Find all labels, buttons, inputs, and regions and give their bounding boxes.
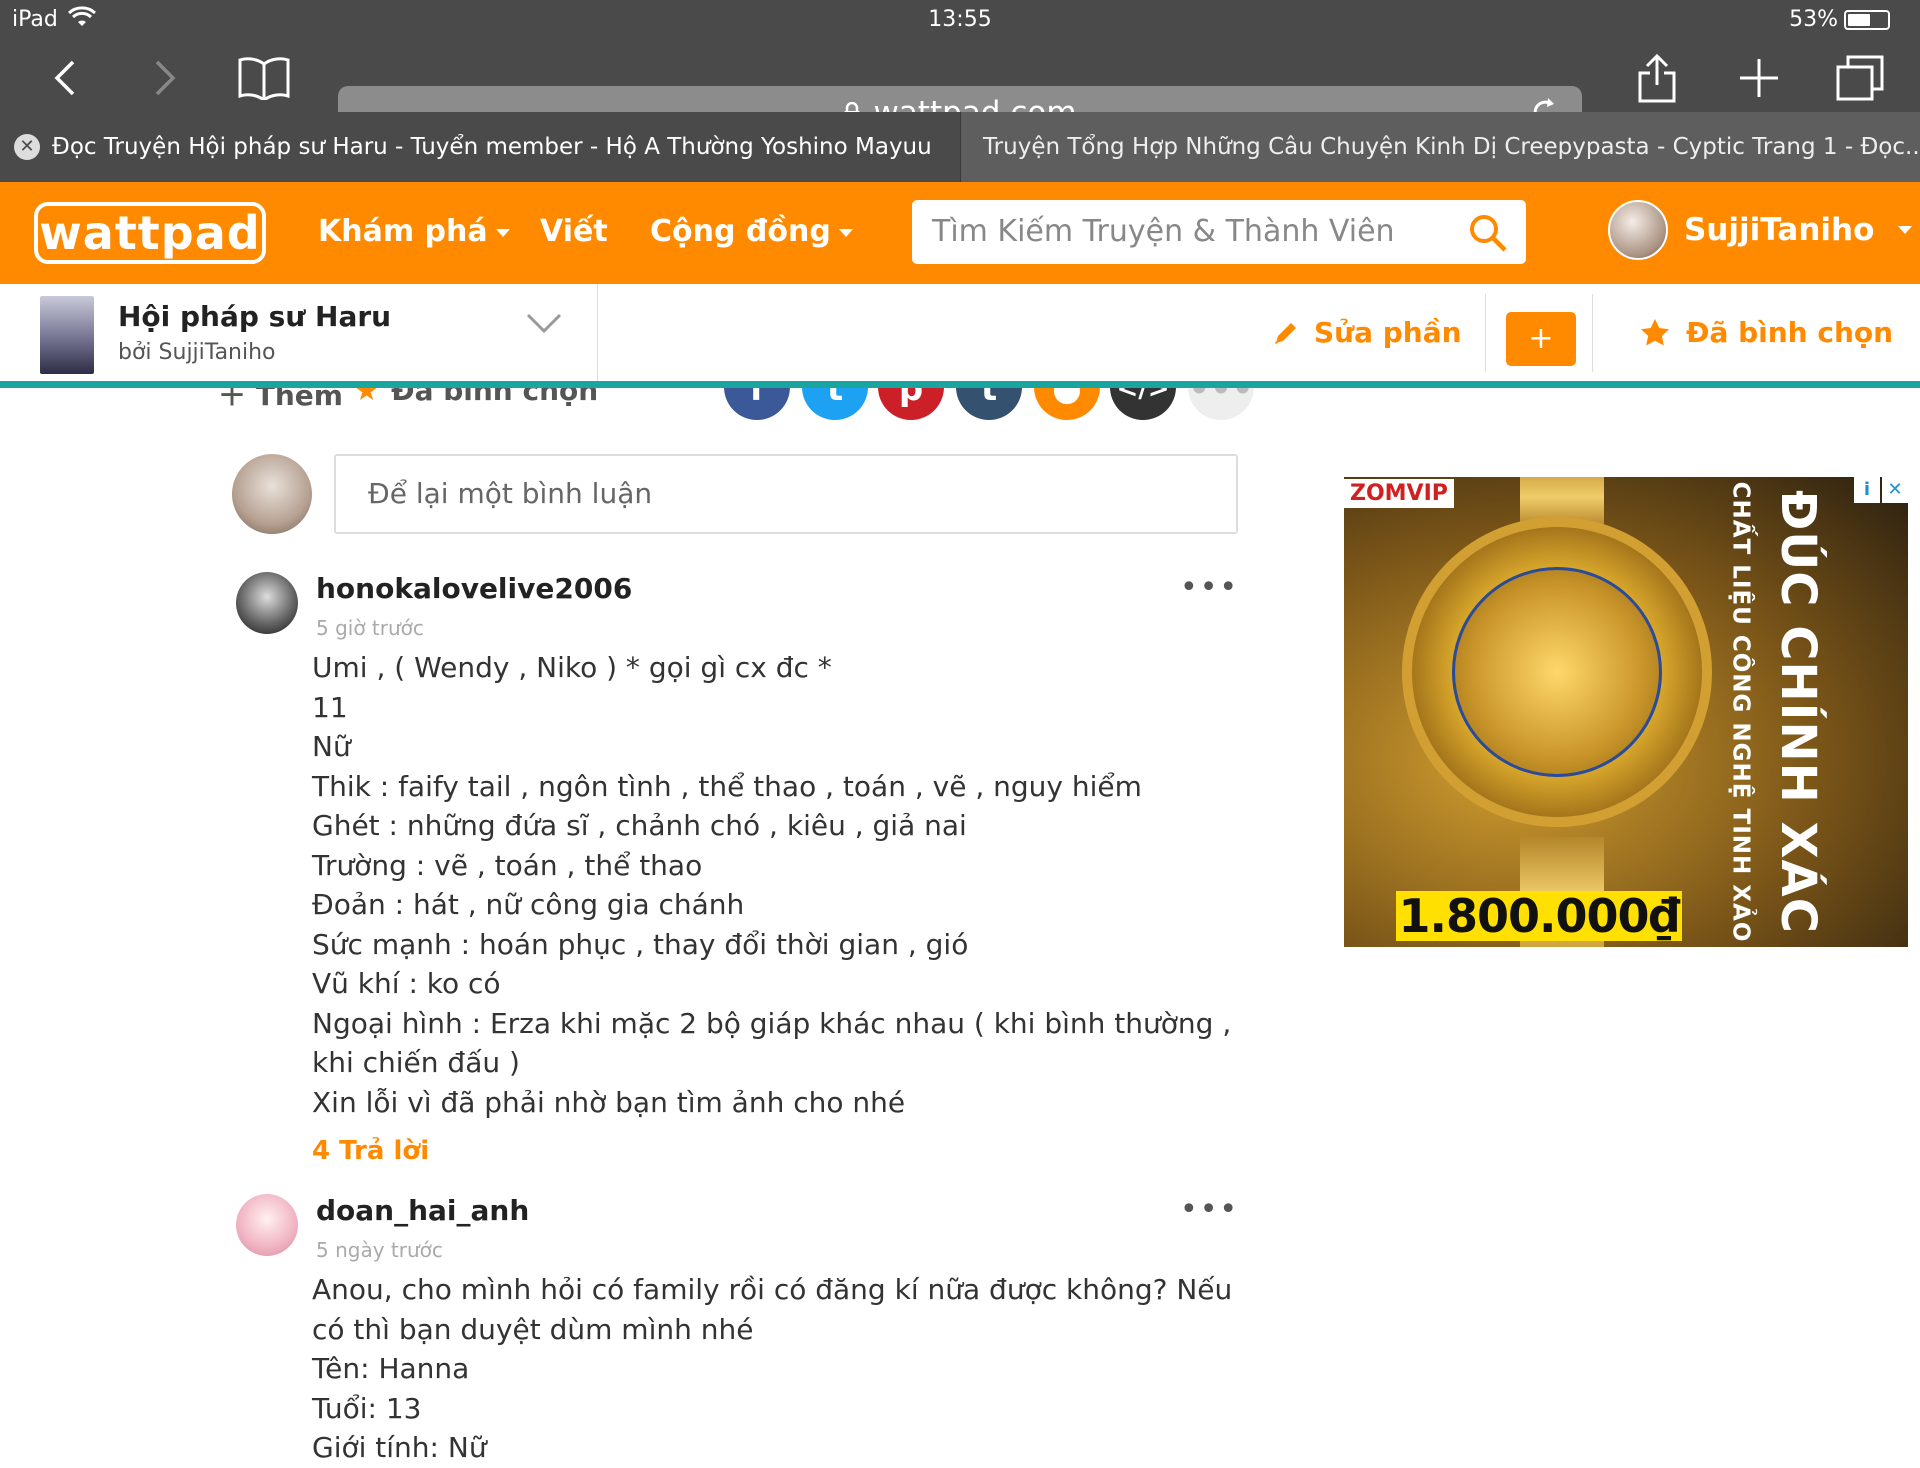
story-cover	[40, 296, 94, 374]
battery-icon	[1844, 9, 1890, 30]
more-icon[interactable]: •••	[1188, 388, 1254, 420]
browser-tab-active[interactable]: ✕ Đọc Truyện Hội pháp sư Haru - Tuyển me…	[0, 112, 960, 182]
comment-username[interactable]: honokalovelive2006	[316, 572, 632, 605]
close-ad-icon[interactable]: ✕	[1882, 477, 1908, 503]
tumblr-icon[interactable]: t	[956, 388, 1022, 420]
comment-body: Anou, cho mình hỏi có family rồi có đăng…	[312, 1273, 1233, 1464]
comment-time: 5 ngày trước	[316, 1238, 443, 1262]
vote-button-secondary[interactable]: ★ Đã bình chọn	[354, 388, 598, 407]
advertisement[interactable]: ZOMVIP CHẤT LIỆU CÔNG NGHỆ TINH XẢO ĐÚC …	[1344, 477, 1908, 947]
caret-down-icon	[495, 228, 510, 237]
browser-tab-strip: ✕ Đọc Truyện Hội pháp sư Haru - Tuyển me…	[0, 112, 1920, 182]
site-header: wattpad Khám phá Viết Cộng đồng Tìm Kiếm…	[0, 182, 1920, 284]
comment-body: Umi , ( Wendy , Niko ) * gọi gì cx đc * …	[312, 648, 1262, 1172]
ad-watch-image	[1402, 517, 1712, 827]
story-author: bởi SujjiTaniho	[118, 340, 276, 365]
plus-icon	[1740, 59, 1778, 97]
ad-price: 1.800.000₫	[1396, 891, 1682, 941]
ad-brand: ZOMVIP	[1344, 479, 1454, 508]
share-icon	[1638, 53, 1676, 103]
nav-write[interactable]: Viết	[540, 214, 608, 249]
chevron-down-icon	[526, 312, 562, 338]
browser-tab-title: Truyện Tổng Hợp Những Câu Chuyện Kinh Dị…	[983, 134, 1920, 160]
chevron-left-icon	[54, 60, 75, 96]
nav-discover[interactable]: Khám phá	[318, 214, 510, 249]
user-menu[interactable]: SujjiTaniho	[1608, 200, 1913, 260]
tabs-icon	[1836, 55, 1884, 101]
chevron-right-icon	[155, 60, 176, 96]
ad-headline: ĐÚC CHÍNH XÁC	[1770, 490, 1827, 934]
browser-tab-inactive[interactable]: Truyện Tổng Hợp Những Câu Chuyện Kinh Dị…	[960, 112, 1920, 182]
comment-username[interactable]: doan_hai_anh	[316, 1194, 529, 1227]
add-button[interactable]: ＋ Thêm	[218, 388, 343, 414]
story-actions-row: ＋ Thêm ★ Đã bình chọn f t p t ● </> •••	[0, 388, 1920, 436]
vote-button[interactable]: Đã bình chọn	[1640, 316, 1893, 349]
nav-community[interactable]: Cộng đồng	[650, 214, 853, 249]
browser-tab-title: Đọc Truyện Hội pháp sư Haru - Tuyển memb…	[52, 134, 932, 160]
caret-down-icon	[1898, 226, 1913, 234]
adchoices-icon[interactable]: i	[1854, 477, 1880, 503]
twitter-icon[interactable]: t	[802, 388, 868, 420]
comment-time: 5 giờ trước	[316, 616, 424, 640]
story-title: Hội pháp sư Haru	[118, 300, 392, 333]
tabs-button[interactable]	[1834, 50, 1886, 106]
ad-subline: CHẤT LIỆU CÔNG NGHỆ TINH XẢO	[1727, 481, 1754, 943]
new-tab-button[interactable]	[1734, 50, 1784, 106]
forward-button[interactable]	[140, 50, 190, 106]
facebook-icon[interactable]: f	[724, 388, 790, 420]
avatar	[232, 454, 312, 534]
battery-percent: 53%	[1789, 7, 1838, 32]
avatar[interactable]	[236, 572, 298, 634]
comment-input[interactable]: Để lại một bình luận	[334, 454, 1238, 534]
add-to-list-button[interactable]: +	[1506, 312, 1576, 366]
avatar[interactable]	[236, 1194, 298, 1256]
star-icon	[1641, 318, 1669, 345]
username: SujjiTaniho	[1684, 212, 1875, 248]
pinterest-icon[interactable]: p	[878, 388, 944, 420]
divider	[1592, 294, 1593, 372]
embed-icon[interactable]: </>	[1110, 388, 1176, 420]
wattpad-logo[interactable]: wattpad	[34, 202, 266, 264]
close-tab-icon[interactable]: ✕	[14, 134, 40, 160]
more-options-icon[interactable]: •••	[1180, 1195, 1239, 1225]
status-bar: iPad 13:55 53%	[0, 0, 1920, 40]
divider	[1485, 294, 1486, 372]
bookmarks-button[interactable]	[234, 50, 294, 106]
replies-link[interactable]: 4 Trả lời	[312, 1132, 1262, 1172]
share-button[interactable]	[1632, 50, 1682, 106]
pencil-icon	[1275, 322, 1296, 344]
search-icon[interactable]	[1468, 212, 1508, 276]
book-icon	[238, 57, 290, 100]
story-selector[interactable]: Hội pháp sư Haru bởi SujjiTaniho	[0, 284, 598, 381]
clock: 13:55	[928, 7, 992, 32]
search-placeholder: Tìm Kiếm Truyện & Thành Viên	[932, 214, 1395, 249]
avatar	[1608, 200, 1668, 260]
edit-part-button[interactable]: Sửa phần	[1272, 316, 1462, 349]
star-icon: ★	[354, 388, 380, 407]
back-button[interactable]	[40, 50, 90, 106]
search-input[interactable]: Tìm Kiếm Truyện & Thành Viên	[912, 200, 1526, 264]
story-header: Hội pháp sư Haru bởi SujjiTaniho Sửa phầ…	[0, 284, 1920, 388]
profile-icon[interactable]: ●	[1034, 388, 1100, 420]
caret-down-icon	[838, 228, 853, 237]
more-options-icon[interactable]: •••	[1180, 573, 1239, 603]
